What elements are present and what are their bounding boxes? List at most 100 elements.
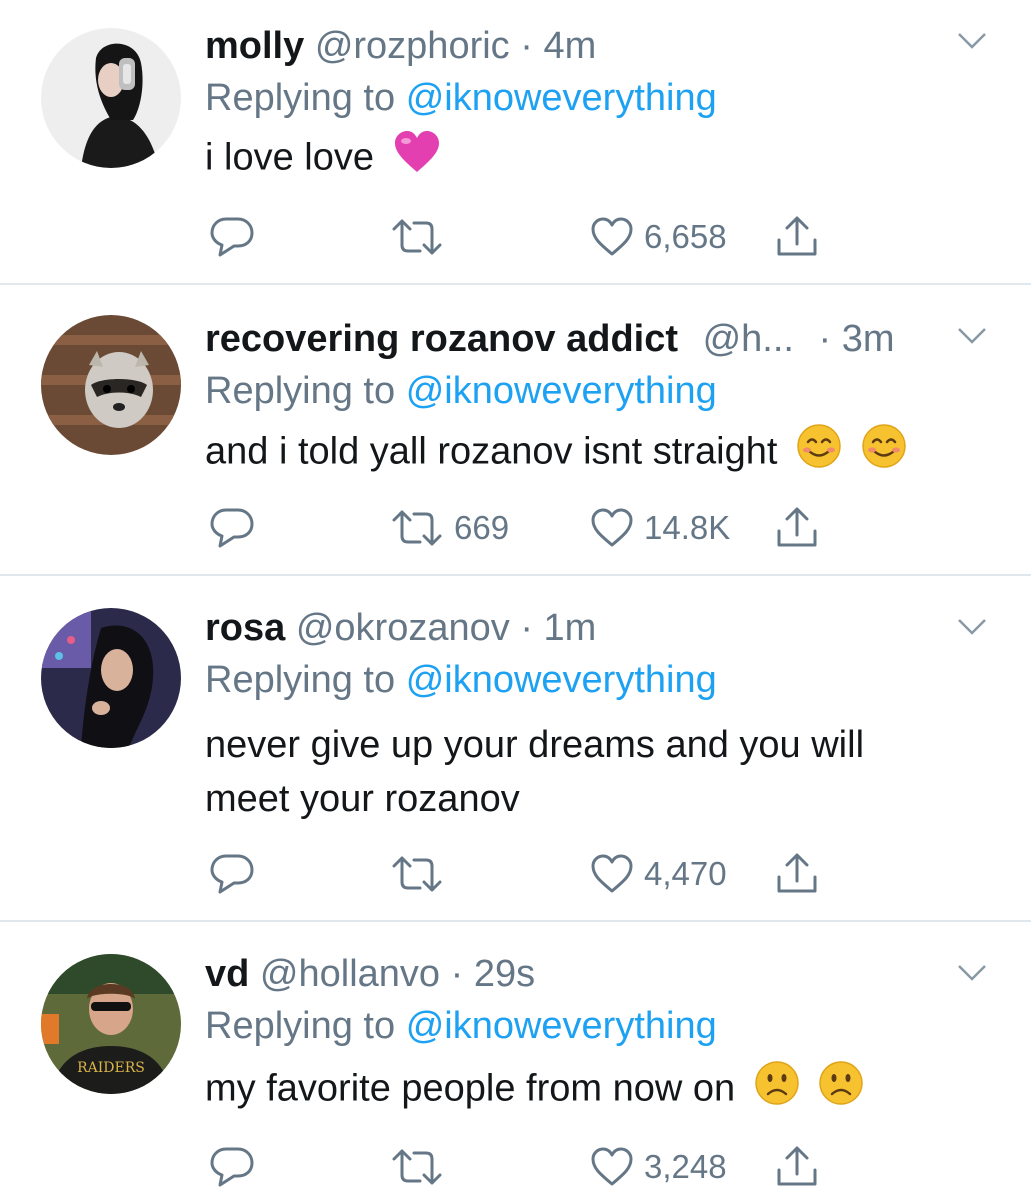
replying-to-link[interactable]: @iknoweverything xyxy=(406,1005,717,1047)
tweet-text: my favorite people from now on xyxy=(205,1060,991,1121)
tweet-text: never give up your dreams and you will m… xyxy=(205,718,991,826)
timestamp[interactable]: 4m xyxy=(543,25,596,67)
tweet-header: rosa @okrozanov · 1m xyxy=(205,602,991,654)
like-button[interactable]: 4,470 xyxy=(590,849,727,899)
retweet-button[interactable]: 669 xyxy=(390,503,509,553)
reply-button[interactable] xyxy=(210,212,254,262)
tweet-text-line: meet your rozanov xyxy=(205,778,520,820)
tweet-header: recovering rozanov addict @h... · 3m xyxy=(205,313,991,365)
tweet-header: molly @rozphoric · 4m xyxy=(205,20,991,72)
chevron-down-icon[interactable] xyxy=(957,327,987,350)
share-upload-icon xyxy=(775,505,819,551)
display-name[interactable]: recovering rozanov addict xyxy=(205,318,678,360)
chevron-down-icon[interactable] xyxy=(957,964,987,987)
action-bar: 6,658 xyxy=(205,212,845,262)
replying-to-line: Replying to @iknoweverything xyxy=(205,654,991,706)
share-button[interactable] xyxy=(775,503,819,553)
svg-text:RAIDERS: RAIDERS xyxy=(77,1060,145,1076)
avatar[interactable] xyxy=(41,315,181,455)
user-handle[interactable]: @okrozanov xyxy=(296,607,510,649)
share-button[interactable] xyxy=(775,212,819,262)
retweet-button[interactable] xyxy=(390,212,454,262)
like-count: 4,470 xyxy=(644,855,727,892)
replying-to-link[interactable]: @iknoweverything xyxy=(406,77,717,119)
tweet[interactable]: recovering rozanov addict @h... · 3m Rep… xyxy=(0,285,1031,576)
frowning-face-emoji xyxy=(818,1060,864,1121)
tweet[interactable]: RAIDERS vd @hollanvo · 29s Replying to @… xyxy=(0,922,1031,1200)
share-button[interactable] xyxy=(775,1142,819,1192)
action-bar: 4,470 xyxy=(205,849,845,899)
action-bar: 3,248 xyxy=(205,1142,845,1192)
replying-to-label: Replying to xyxy=(205,659,396,701)
retweet-count: 669 xyxy=(454,509,510,546)
tweet-content: rosa @okrozanov · 1m Replying to @iknowe… xyxy=(205,602,991,826)
replying-to-label: Replying to xyxy=(205,1005,396,1047)
avatar[interactable]: RAIDERS xyxy=(41,954,181,1094)
pink-heart-emoji xyxy=(393,130,441,189)
speech-bubble-icon xyxy=(210,852,254,896)
tweet-text-body: my favorite people from now on xyxy=(205,1067,736,1110)
replying-to-line: Replying to @iknoweverything xyxy=(205,1000,991,1052)
separator-dot: · xyxy=(450,953,464,995)
tweet-text: and i told yall rozanov isnt straight xyxy=(205,423,991,484)
smiling-face-emoji xyxy=(861,423,907,484)
reply-button[interactable] xyxy=(210,503,254,553)
like-button[interactable]: 6,658 xyxy=(590,212,727,262)
replying-to-label: Replying to xyxy=(205,77,396,119)
display-name[interactable]: molly xyxy=(205,25,304,67)
timestamp[interactable]: 3m xyxy=(842,318,895,360)
replying-to-label: Replying to xyxy=(205,370,396,412)
replying-to-line: Replying to @iknoweverything xyxy=(205,365,991,417)
tweet-text: i love love xyxy=(205,130,991,189)
retweet-arrows-icon xyxy=(390,508,444,548)
reply-button[interactable] xyxy=(210,849,254,899)
avatar[interactable] xyxy=(41,28,181,168)
tweet-content: recovering rozanov addict @h... · 3m Rep… xyxy=(205,313,991,484)
share-upload-icon xyxy=(775,1144,819,1190)
retweet-arrows-icon xyxy=(390,217,444,257)
user-handle[interactable]: @hollanvo xyxy=(260,953,440,995)
share-upload-icon xyxy=(775,214,819,260)
timestamp[interactable]: 1m xyxy=(544,607,597,649)
speech-bubble-icon xyxy=(210,506,254,550)
frowning-face-emoji xyxy=(754,1060,800,1121)
heart-outline-icon xyxy=(590,1147,634,1187)
retweet-button[interactable] xyxy=(390,1142,454,1192)
speech-bubble-icon xyxy=(210,1145,254,1189)
display-name[interactable]: vd xyxy=(205,953,249,995)
user-handle[interactable]: @rozphoric xyxy=(315,25,510,67)
chevron-down-icon[interactable] xyxy=(957,618,987,641)
like-button[interactable]: 14.8K xyxy=(590,503,730,553)
retweet-button[interactable] xyxy=(390,849,454,899)
chevron-down-icon[interactable] xyxy=(957,32,987,55)
separator-dot: · xyxy=(520,607,533,649)
like-count: 14.8K xyxy=(644,509,731,546)
tweet-text-line: never give up your dreams and you will xyxy=(205,724,865,766)
tweet-header: vd @hollanvo · 29s xyxy=(205,948,991,1000)
tweet-text-body: i love love xyxy=(205,136,374,179)
user-handle[interactable]: @h... xyxy=(703,318,794,360)
heart-outline-icon xyxy=(590,217,634,257)
tweet-text-body: and i told yall rozanov isnt straight xyxy=(205,430,778,473)
retweet-arrows-icon xyxy=(390,1147,444,1187)
replying-to-link[interactable]: @iknoweverything xyxy=(406,370,717,412)
replying-to-link[interactable]: @iknoweverything xyxy=(406,659,717,701)
avatar[interactable] xyxy=(41,608,181,748)
tweet-content: molly @rozphoric · 4m Replying to @iknow… xyxy=(205,20,991,189)
tweet[interactable]: molly @rozphoric · 4m Replying to @iknow… xyxy=(0,0,1031,285)
separator-dot: · xyxy=(818,318,832,360)
timestamp[interactable]: 29s xyxy=(474,953,535,995)
display-name[interactable]: rosa xyxy=(205,607,285,649)
retweet-arrows-icon xyxy=(390,854,444,894)
speech-bubble-icon xyxy=(210,215,254,259)
like-count: 3,248 xyxy=(644,1148,727,1185)
smiling-face-emoji xyxy=(796,423,842,484)
tweet-content: vd @hollanvo · 29s Replying to @iknoweve… xyxy=(205,948,991,1121)
separator-dot: · xyxy=(520,25,533,67)
share-button[interactable] xyxy=(775,849,819,899)
like-button[interactable]: 3,248 xyxy=(590,1142,727,1192)
tweet[interactable]: rosa @okrozanov · 1m Replying to @iknowe… xyxy=(0,576,1031,922)
reply-button[interactable] xyxy=(210,1142,254,1192)
replying-to-line: Replying to @iknoweverything xyxy=(205,72,991,124)
heart-outline-icon xyxy=(590,854,634,894)
